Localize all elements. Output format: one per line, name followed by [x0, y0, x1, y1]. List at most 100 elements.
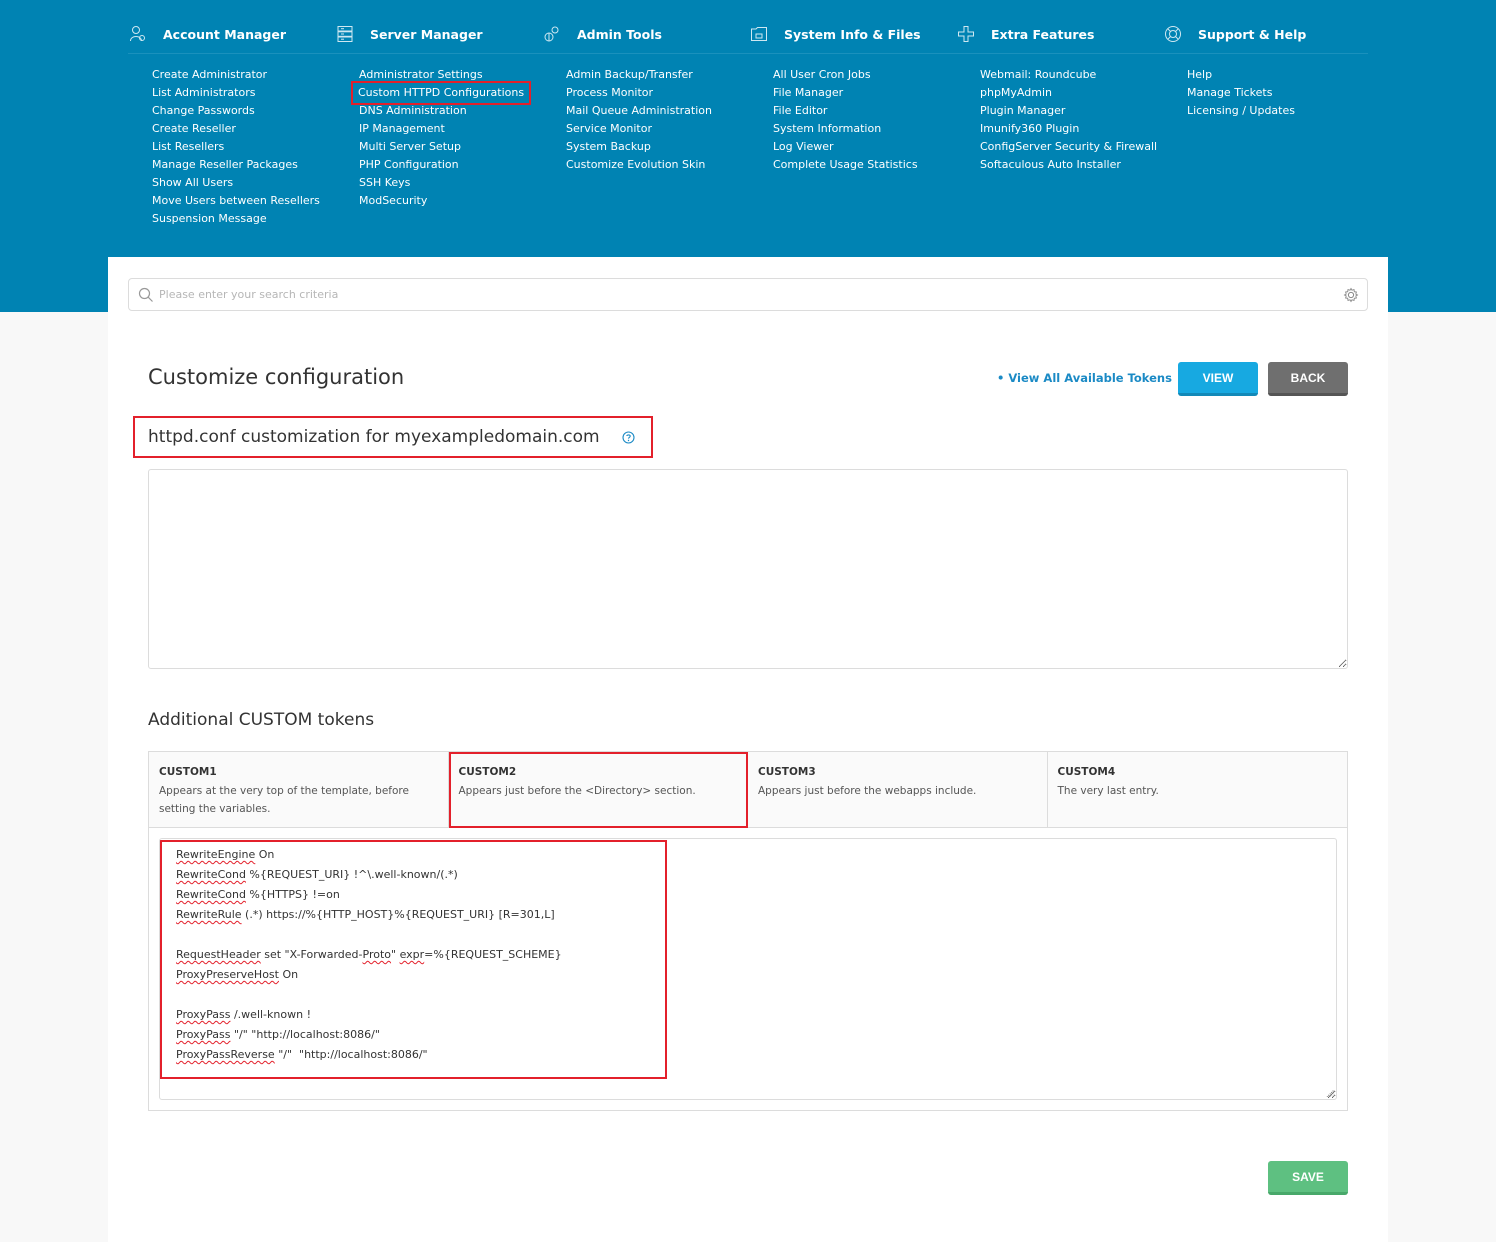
spellcheck-word: ProxyPass: [176, 1008, 231, 1021]
nav-heading[interactable]: Account Manager: [128, 20, 286, 48]
httpd-conf-subtitle: httpd.conf customization for myexampledo…: [148, 427, 600, 447]
nav-link[interactable]: Administrator Settings: [359, 66, 528, 84]
nav-link[interactable]: Plugin Manager: [980, 102, 1157, 120]
nav-link[interactable]: ConfigServer Security & Firewall: [980, 138, 1157, 156]
nav-link[interactable]: Service Monitor: [566, 120, 712, 138]
token-description: Appears at the very top of the template,…: [159, 785, 409, 815]
code-text: "/" "http://localhost:8086/": [274, 1048, 428, 1061]
nav-link[interactable]: Create Reseller: [152, 120, 320, 138]
nav-links: All User Cron Jobs File Manager File Edito…: [773, 66, 918, 174]
code-text: /.well-known !: [230, 1008, 311, 1021]
nav-link[interactable]: All User Cron Jobs: [773, 66, 918, 84]
nav-link[interactable]: Suspension Message: [152, 210, 320, 228]
nav-links: Admin Backup/Transfer Process Monitor Mail…: [566, 66, 712, 174]
nav-link[interactable]: Custom HTTPD Configurations: [350, 81, 532, 105]
nav-link[interactable]: ModSecurity: [359, 192, 528, 210]
code-line: RewriteCond %{REQUEST_URI} !^\.well-know…: [176, 867, 562, 887]
code-text: (.*) https://%{HTTP_HOST}%{REQUEST_URI} …: [241, 908, 555, 921]
help-icon[interactable]: [622, 431, 635, 444]
spellcheck-word: RewriteCond: [176, 868, 246, 881]
nav-link[interactable]: List Administrators: [152, 84, 320, 102]
nav-heading[interactable]: Admin Tools: [542, 20, 662, 48]
view-all-tokens-link[interactable]: • View All Available Tokens: [997, 371, 1172, 385]
nav-link[interactable]: Multi Server Setup: [359, 138, 528, 156]
nav-link[interactable]: DNS Administration: [359, 102, 528, 120]
code-text: %{REQUEST_URI} !^\.well-known/(.*): [245, 868, 458, 881]
nav-heading-label: Admin Tools: [577, 26, 662, 42]
code-text: "/" "http://localhost:8086/": [230, 1028, 380, 1041]
nav-link[interactable]: File Manager: [773, 84, 918, 102]
nav-heading-label: Extra Features: [991, 26, 1095, 42]
nav-heading[interactable]: Extra Features: [956, 20, 1094, 48]
resize-grip-icon[interactable]: [1326, 1089, 1334, 1097]
custom-tokens-box: CUSTOM1 Appears at the very top of the te…: [148, 751, 1348, 1111]
token-custom3[interactable]: CUSTOM3 Appears just before the webapps i…: [748, 752, 1048, 828]
nav-link[interactable]: Manage Reseller Packages: [152, 156, 320, 174]
code-text: set "X-Forwarded-: [260, 948, 363, 961]
token-custom4[interactable]: CUSTOM4 The very last entry.: [1048, 752, 1348, 828]
token-custom2[interactable]: CUSTOM2 Appears just before the <Director…: [448, 752, 748, 828]
nav-link[interactable]: System Backup: [566, 138, 712, 156]
code-text: On: [278, 968, 299, 981]
search-bar[interactable]: [128, 278, 1368, 311]
nav-heading-label: Server Manager: [370, 26, 483, 42]
save-button[interactable]: SAVE: [1268, 1161, 1348, 1195]
httpd-conf-textarea[interactable]: [148, 469, 1348, 669]
nav-heading[interactable]: System Info & Files: [749, 20, 921, 48]
nav-link[interactable]: Show All Users: [152, 174, 320, 192]
page-title: Customize configuration: [148, 365, 405, 389]
nav-link[interactable]: Webmail: Roundcube: [980, 66, 1157, 84]
nav-link[interactable]: Softaculous Auto Installer: [980, 156, 1157, 174]
token-description: Appears just before the <Directory> sect…: [458, 785, 696, 797]
plus-icon: [956, 24, 976, 44]
token-description: Appears just before the webapps include.: [758, 785, 977, 797]
custom2-code-textarea[interactable]: RewriteEngine On RewriteCond %{REQUEST_UR…: [159, 838, 1337, 1100]
nav-links: Administrator Settings Custom HTTPD Confi…: [350, 66, 532, 210]
spellcheck-word: ProxyPassReverse: [176, 1048, 275, 1061]
search-icon: [138, 287, 153, 302]
nav-link[interactable]: Admin Backup/Transfer: [566, 66, 712, 84]
nav-link[interactable]: Process Monitor: [566, 84, 712, 102]
nav-link[interactable]: Help: [1187, 66, 1295, 84]
spellcheck-word: expr: [399, 948, 425, 961]
code-text: %{HTTPS} !=on: [245, 888, 340, 901]
nav-heading[interactable]: Support & Help: [1163, 20, 1306, 48]
view-button[interactable]: VIEW: [1178, 362, 1258, 396]
token-name: CUSTOM4: [1057, 766, 1116, 778]
search-input[interactable]: [159, 279, 1339, 310]
nav-link[interactable]: IP Management: [359, 120, 528, 138]
nav-link[interactable]: PHP Configuration: [359, 156, 528, 174]
custom-tokens-title: Additional CUSTOM tokens: [148, 710, 375, 730]
nav-link[interactable]: Mail Queue Administration: [566, 102, 712, 120]
nav-link[interactable]: Create Administrator: [152, 66, 320, 84]
back-button[interactable]: BACK: [1268, 362, 1348, 396]
token-name: CUSTOM1: [159, 766, 217, 778]
nav-links: Create Administrator List Administrators C…: [152, 66, 320, 228]
nav-link[interactable]: Customize Evolution Skin: [566, 156, 712, 174]
nav-link[interactable]: Log Viewer: [773, 138, 918, 156]
nav-link[interactable]: Licensing / Updates: [1187, 102, 1295, 120]
code-line: RequestHeader set "X-Forwarded-Proto" ex…: [176, 947, 562, 967]
nav-link[interactable]: Manage Tickets: [1187, 84, 1295, 102]
token-name: CUSTOM2: [458, 766, 517, 778]
nav-link[interactable]: Change Passwords: [152, 102, 320, 120]
nav-link[interactable]: SSH Keys: [359, 174, 528, 192]
nav-link[interactable]: Imunify360 Plugin: [980, 120, 1157, 138]
nav-link[interactable]: Complete Usage Statistics: [773, 156, 918, 174]
code-line: RewriteRule (.*) https://%{HTTP_HOST}%{R…: [176, 907, 562, 927]
nav-link[interactable]: System Information: [773, 120, 918, 138]
code-line: ProxyPass /.well-known !: [176, 1007, 562, 1027]
gear-icon[interactable]: [1343, 287, 1359, 303]
tokens-row: CUSTOM1 Appears at the very top of the te…: [149, 752, 1347, 828]
nav-heading[interactable]: Server Manager: [335, 20, 483, 48]
nav-link[interactable]: Move Users between Resellers: [152, 192, 320, 210]
code-line: ProxyPass "/" "http://localhost:8086/": [176, 1027, 562, 1047]
nav-link[interactable]: phpMyAdmin: [980, 84, 1157, 102]
nav-link[interactable]: List Resellers: [152, 138, 320, 156]
spellcheck-word: RewriteRule: [176, 908, 242, 921]
token-custom1[interactable]: CUSTOM1 Appears at the very top of the te…: [149, 752, 449, 828]
nav-link[interactable]: File Editor: [773, 102, 918, 120]
nav-links: Help Manage Tickets Licensing / Updates: [1187, 66, 1295, 120]
